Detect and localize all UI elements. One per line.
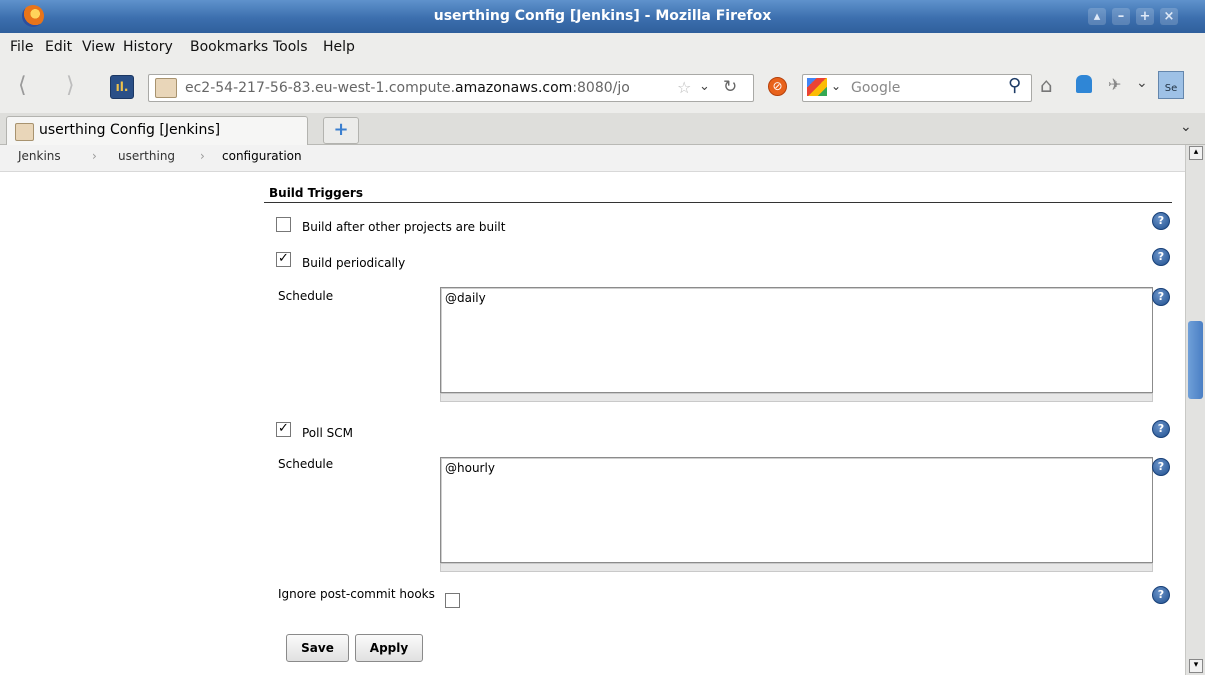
- window-close-icon[interactable]: ×: [1160, 8, 1178, 25]
- extension-chart-icon[interactable]: ıl.: [110, 75, 134, 99]
- google-engine-icon[interactable]: [807, 78, 827, 96]
- schedule-hourly-textarea[interactable]: @hourly: [440, 457, 1153, 563]
- window-title: userthing Config [Jenkins] - Mozilla Fir…: [433, 8, 772, 24]
- ignore-hooks-label: Ignore post-commit hooks: [278, 587, 435, 601]
- tab-list-icon[interactable]: ⌄: [1180, 119, 1192, 135]
- section-title: Build Triggers: [269, 186, 363, 200]
- search-box[interactable]: ⌄ Google: [802, 74, 1032, 102]
- build-periodically-label: Build periodically: [302, 256, 406, 270]
- back-icon[interactable]: ⟨: [18, 73, 27, 98]
- poll-scm-label: Poll SCM: [302, 426, 353, 440]
- engine-dropdown-icon[interactable]: ⌄: [831, 79, 841, 93]
- scroll-down-icon[interactable]: ▾: [1189, 659, 1203, 673]
- addon-icon[interactable]: [1076, 75, 1092, 93]
- home-icon[interactable]: ⌂: [1040, 73, 1053, 97]
- schedule-label: Schedule: [278, 457, 334, 471]
- bookmark-star-icon[interactable]: ☆: [677, 78, 691, 97]
- ignore-hooks-checkbox[interactable]: [445, 593, 460, 608]
- stop-icon[interactable]: ⊘: [768, 77, 787, 96]
- help-icon[interactable]: ?: [1152, 212, 1170, 230]
- site-identity-icon[interactable]: [155, 78, 177, 98]
- help-icon[interactable]: ?: [1152, 248, 1170, 266]
- window-shade-icon[interactable]: ▴: [1088, 8, 1106, 25]
- menu-help[interactable]: Help: [323, 39, 355, 55]
- toolbar-dropdown-icon[interactable]: ⌄: [1136, 75, 1148, 91]
- tab-userthing-config[interactable]: userthing Config [Jenkins]: [6, 116, 308, 145]
- poll-scm-checkbox[interactable]: ✓: [276, 422, 291, 437]
- build-after-label: Build after other projects are built: [302, 220, 506, 234]
- build-periodically-checkbox[interactable]: ✓: [276, 252, 291, 267]
- schedule-hourly-value: @hourly: [445, 461, 495, 475]
- search-icon[interactable]: ⚲: [1008, 75, 1021, 96]
- reload-icon[interactable]: ↻: [723, 77, 737, 97]
- schedule-daily-value: @daily: [445, 291, 486, 305]
- new-tab-button[interactable]: +: [323, 117, 359, 144]
- navigation-toolbar: ⟨ ⟩ ıl. ec2-54-217-56-83.eu-west-1.compu…: [0, 61, 1205, 114]
- menu-tools[interactable]: Tools: [273, 39, 308, 55]
- search-placeholder: Google: [851, 80, 901, 96]
- forward-icon[interactable]: ⟩: [66, 73, 75, 98]
- window-titlebar: userthing Config [Jenkins] - Mozilla Fir…: [0, 0, 1205, 33]
- menu-view[interactable]: View: [82, 39, 115, 55]
- vertical-scrollbar[interactable]: ▴ ▾: [1185, 145, 1205, 675]
- help-icon[interactable]: ?: [1152, 288, 1170, 306]
- jenkins-favicon-icon: [15, 123, 34, 141]
- scrollbar-thumb[interactable]: [1188, 321, 1203, 399]
- menu-edit[interactable]: Edit: [45, 39, 72, 55]
- textarea-resize-grip[interactable]: [440, 563, 1153, 572]
- schedule-daily-textarea[interactable]: @daily: [440, 287, 1153, 393]
- textarea-resize-grip[interactable]: [440, 393, 1153, 402]
- selenium-icon[interactable]: Se: [1158, 71, 1184, 99]
- help-icon[interactable]: ?: [1152, 586, 1170, 604]
- breadcrumb-configuration: configuration: [222, 149, 302, 163]
- breadcrumb-jenkins[interactable]: Jenkins: [18, 149, 61, 163]
- breadcrumb: Jenkins › userthing › configuration: [0, 145, 1185, 172]
- url-text[interactable]: ec2-54-217-56-83.eu-west-1.compute.amazo…: [185, 80, 630, 96]
- section-divider: [264, 202, 1172, 203]
- scroll-up-icon[interactable]: ▴: [1189, 146, 1203, 160]
- window-maximize-icon[interactable]: +: [1136, 8, 1154, 25]
- schedule-label: Schedule: [278, 289, 334, 303]
- tab-label: userthing Config [Jenkins]: [39, 122, 221, 138]
- help-icon[interactable]: ?: [1152, 420, 1170, 438]
- tab-bar: userthing Config [Jenkins] + ⌄: [0, 113, 1205, 145]
- menu-file[interactable]: File: [10, 39, 33, 55]
- menu-bar: File Edit View History Bookmarks Tools H…: [0, 33, 1205, 62]
- breadcrumb-separator-icon: ›: [200, 149, 205, 163]
- build-after-checkbox[interactable]: [276, 217, 291, 232]
- breadcrumb-separator-icon: ›: [92, 149, 97, 163]
- breadcrumb-userthing[interactable]: userthing: [118, 149, 175, 163]
- save-button[interactable]: Save: [286, 634, 349, 662]
- menu-history[interactable]: History: [123, 39, 173, 55]
- url-dropdown-icon[interactable]: ⌄: [699, 79, 710, 94]
- apply-button[interactable]: Apply: [355, 634, 423, 662]
- extension-icon[interactable]: ✈: [1108, 75, 1121, 94]
- window-minimize-icon[interactable]: –: [1112, 8, 1130, 25]
- url-bar[interactable]: ec2-54-217-56-83.eu-west-1.compute.amazo…: [148, 74, 754, 102]
- menu-bookmarks[interactable]: Bookmarks: [190, 39, 268, 55]
- help-icon[interactable]: ?: [1152, 458, 1170, 476]
